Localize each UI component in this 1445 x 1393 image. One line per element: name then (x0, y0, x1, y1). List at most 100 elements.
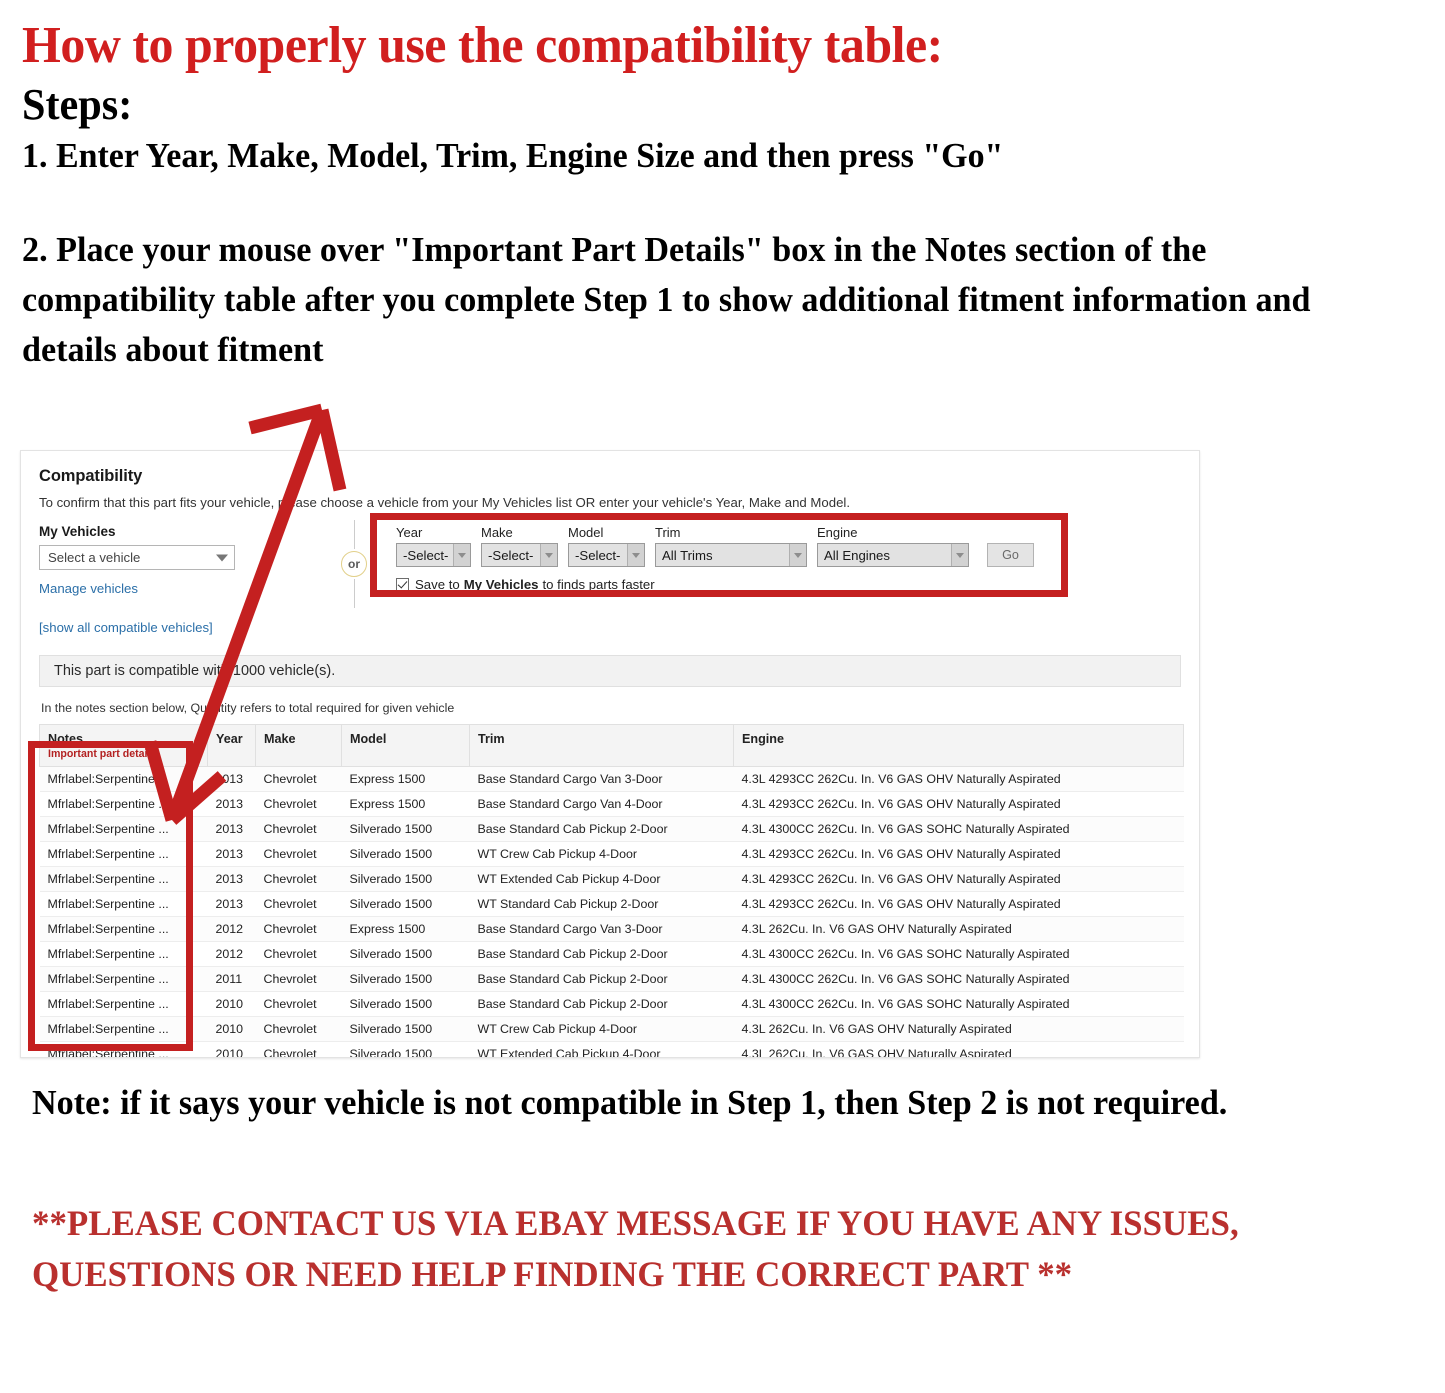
step-1-text: 1. Enter Year, Make, Model, Trim, Engine… (22, 136, 1004, 176)
column-header-trim[interactable]: Trim (469, 724, 734, 767)
table-row[interactable]: Mfrlabel:Serpentine ... 2010 Chevrolet Silv… (39, 1016, 1184, 1042)
cell-make: Chevrolet (255, 766, 342, 792)
cell-engine: 4.3L 4293CC 262Cu. In. V6 GAS OHV Natura… (733, 866, 1184, 892)
my-vehicles-label: My Vehicles (39, 524, 116, 539)
cell-engine: 4.3L 262Cu. In. V6 GAS OHV Naturally Asp… (733, 916, 1184, 942)
table-row[interactable]: Mfrlabel:Serpentine ... 2013 Chevrolet Expr… (39, 791, 1184, 817)
cell-make: Chevrolet (255, 1016, 342, 1042)
cell-model: Silverado 1500 (341, 991, 470, 1017)
table-row[interactable]: Mfrlabel:Serpentine ... 2013 Chevrolet Silv… (39, 866, 1184, 892)
column-header-engine[interactable]: Engine (733, 724, 1184, 767)
cell-make: Chevrolet (255, 941, 342, 967)
cell-trim: WT Crew Cab Pickup 4-Door (469, 841, 734, 867)
compatibility-table: Notes Important part details Year Make M… (39, 724, 1184, 1057)
table-head: Notes Important part details Year Make M… (39, 724, 1184, 767)
table-row[interactable]: Mfrlabel:Serpentine ... 2011 Chevrolet Silv… (39, 966, 1184, 992)
show-all-compatible-vehicles-link[interactable]: [show all compatible vehicles] (39, 620, 289, 635)
cell-year: 2013 (207, 766, 256, 792)
cell-model: Silverado 1500 (341, 866, 470, 892)
cell-engine: 4.3L 262Cu. In. V6 GAS OHV Naturally Asp… (733, 1016, 1184, 1042)
table-row[interactable]: Mfrlabel:Serpentine ... 2010 Chevrolet Silv… (39, 991, 1184, 1017)
table-row[interactable]: Mfrlabel:Serpentine ... 2013 Chevrolet Expr… (39, 766, 1184, 792)
cell-year: 2013 (207, 866, 256, 892)
cell-model: Silverado 1500 (341, 816, 470, 842)
my-vehicles-select[interactable]: Select a vehicle (39, 545, 235, 570)
cell-model: Silverado 1500 (341, 1041, 470, 1057)
cell-year: 2012 (207, 941, 256, 967)
table-row[interactable]: Mfrlabel:Serpentine ... 2013 Chevrolet Silv… (39, 816, 1184, 842)
cell-engine: 4.3L 4293CC 262Cu. In. V6 GAS OHV Natura… (733, 841, 1184, 867)
table-header-row: Notes Important part details Year Make M… (39, 724, 1184, 767)
manage-vehicles-link[interactable]: Manage vehicles (39, 581, 289, 596)
cell-engine: 4.3L 4293CC 262Cu. In. V6 GAS OHV Natura… (733, 791, 1184, 817)
cell-make: Chevrolet (255, 866, 342, 892)
cell-year: 2013 (207, 816, 256, 842)
cell-model: Silverado 1500 (341, 841, 470, 867)
cell-engine: 4.3L 4300CC 262Cu. In. V6 GAS SOHC Natur… (733, 816, 1184, 842)
compatibility-subtitle: To confirm that this part fits your vehi… (39, 495, 850, 510)
my-vehicles-block: My Vehicles Select a vehicle Manage vehi… (39, 524, 289, 635)
compatible-count-banner: This part is compatible with 1000 vehicl… (39, 655, 1181, 687)
cell-trim: Base Standard Cargo Van 4-Door (469, 791, 734, 817)
cell-engine: 4.3L 262Cu. In. V6 GAS OHV Naturally Asp… (733, 1041, 1184, 1057)
or-line-top (353, 520, 355, 549)
cell-model: Express 1500 (341, 791, 470, 817)
cell-engine: 4.3L 4293CC 262Cu. In. V6 GAS OHV Natura… (733, 891, 1184, 917)
cell-make: Chevrolet (255, 891, 342, 917)
steps-label: Steps: (22, 80, 133, 130)
cell-year: 2010 (207, 1016, 256, 1042)
cell-year: 2013 (207, 841, 256, 867)
cell-make: Chevrolet (255, 1041, 342, 1057)
table-body: Mfrlabel:Serpentine ... 2013 Chevrolet Expr… (39, 766, 1184, 1057)
cell-engine: 4.3L 4300CC 262Cu. In. V6 GAS SOHC Natur… (733, 941, 1184, 967)
or-divider: or (334, 520, 374, 608)
cell-trim: WT Crew Cab Pickup 4-Door (469, 1016, 734, 1042)
compatibility-heading: Compatibility (39, 467, 143, 485)
cell-trim: Base Standard Cab Pickup 2-Door (469, 816, 734, 842)
cell-make: Chevrolet (255, 991, 342, 1017)
cell-trim: WT Extended Cab Pickup 4-Door (469, 1041, 734, 1057)
footer-note-text: Note: if it says your vehicle is not com… (32, 1083, 1228, 1122)
my-vehicles-select-value: Select a vehicle (48, 550, 141, 565)
or-line-bottom (353, 579, 355, 608)
step-2-text: 2. Place your mouse over "Important Part… (22, 230, 1311, 369)
cell-model: Silverado 1500 (341, 941, 470, 967)
cell-model: Silverado 1500 (341, 1016, 470, 1042)
table-row[interactable]: Mfrlabel:Serpentine ... 2012 Chevrolet Expr… (39, 916, 1184, 942)
column-header-make[interactable]: Make (255, 724, 342, 767)
chevron-down-icon (216, 554, 228, 561)
cell-year: 2011 (207, 966, 256, 992)
annotation-box-vehicle-finder (370, 513, 1068, 597)
cell-trim: Base Standard Cargo Van 3-Door (469, 766, 734, 792)
cell-year: 2013 (207, 891, 256, 917)
table-row[interactable]: Mfrlabel:Serpentine ... 2013 Chevrolet Silv… (39, 891, 1184, 917)
page-title: How to properly use the compatibility ta… (22, 17, 943, 74)
annotation-box-notes-column (28, 741, 193, 1051)
footer-contact-text: **PLEASE CONTACT US VIA EBAY MESSAGE IF … (32, 1203, 1239, 1295)
cell-year: 2013 (207, 791, 256, 817)
cell-year: 2010 (207, 991, 256, 1017)
instructions-header: How to properly use the compatibility ta… (0, 0, 1445, 374)
column-header-year[interactable]: Year (207, 724, 256, 767)
cell-make: Chevrolet (255, 966, 342, 992)
cell-trim: Base Standard Cab Pickup 2-Door (469, 991, 734, 1017)
arrow-head-up-left (248, 403, 324, 435)
cell-model: Silverado 1500 (341, 966, 470, 992)
cell-trim: WT Standard Cab Pickup 2-Door (469, 891, 734, 917)
cell-trim: Base Standard Cab Pickup 2-Door (469, 941, 734, 967)
cell-trim: Base Standard Cab Pickup 2-Door (469, 966, 734, 992)
cell-make: Chevrolet (255, 791, 342, 817)
cell-trim: Base Standard Cargo Van 3-Door (469, 916, 734, 942)
table-row[interactable]: Mfrlabel:Serpentine ... 2010 Chevrolet Silv… (39, 1041, 1184, 1057)
cell-model: Express 1500 (341, 766, 470, 792)
cell-model: Silverado 1500 (341, 891, 470, 917)
table-row[interactable]: Mfrlabel:Serpentine ... 2013 Chevrolet Silv… (39, 841, 1184, 867)
or-bubble: or (341, 551, 367, 577)
column-header-model[interactable]: Model (341, 724, 470, 767)
table-row[interactable]: Mfrlabel:Serpentine ... 2012 Chevrolet Silv… (39, 941, 1184, 967)
cell-engine: 4.3L 4300CC 262Cu. In. V6 GAS SOHC Natur… (733, 991, 1184, 1017)
cell-engine: 4.3L 4300CC 262Cu. In. V6 GAS SOHC Natur… (733, 966, 1184, 992)
notes-quantity-hint: In the notes section below, Quantity ref… (41, 701, 455, 715)
cell-trim: WT Extended Cab Pickup 4-Door (469, 866, 734, 892)
cell-make: Chevrolet (255, 916, 342, 942)
